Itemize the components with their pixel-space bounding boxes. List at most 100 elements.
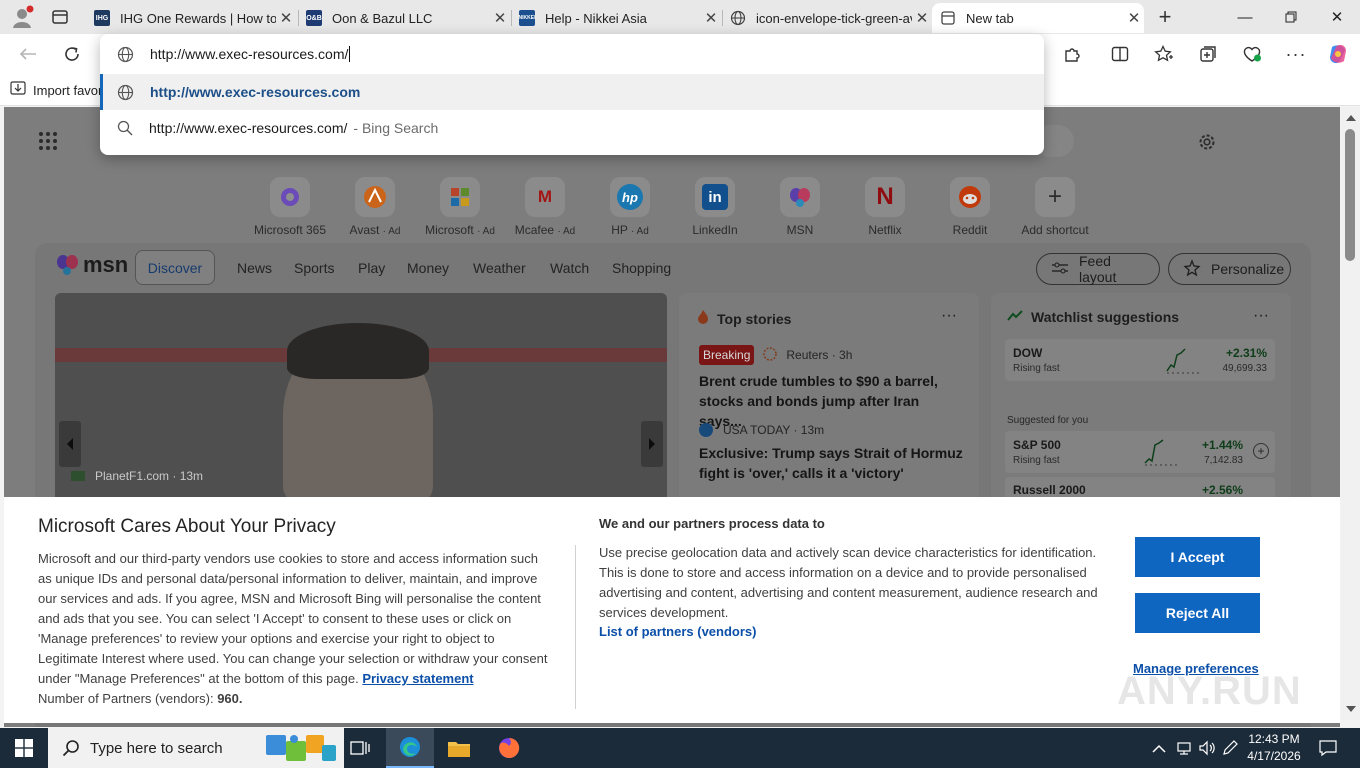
page-scrollbar[interactable] — [1341, 107, 1360, 720]
nav-money[interactable]: Money — [407, 260, 449, 276]
personalize-button[interactable]: Personalize — [1168, 253, 1291, 285]
feed-layout-button[interactable]: Feed layout — [1036, 253, 1160, 285]
ticker-change: +1.44% — [1201, 438, 1243, 452]
close-icon[interactable]: ✕ — [701, 9, 721, 27]
close-icon[interactable]: ✕ — [912, 9, 932, 27]
shortcut-avast[interactable]: Avast · Ad — [332, 177, 418, 237]
nav-weather[interactable]: Weather — [473, 260, 526, 276]
refresh-icon[interactable] — [57, 40, 87, 68]
hero-article-card[interactable]: PlanetF1.com · 13m — [55, 293, 667, 503]
minimize-button[interactable]: — — [1222, 0, 1268, 34]
msn-brand: msn — [83, 252, 129, 277]
watchlist-header: Watchlist suggestions — [1007, 309, 1179, 325]
top-stories-header: Top stories — [697, 309, 791, 328]
close-icon[interactable]: ✕ — [490, 9, 510, 27]
sliders-icon — [1051, 261, 1069, 278]
close-icon[interactable]: ✕ — [276, 9, 296, 27]
windows-logo-icon — [15, 739, 33, 757]
shortcut-hp[interactable]: hp HP · Ad — [587, 177, 673, 237]
story-headline[interactable]: Brent crude tumbles to $90 a barrel, sto… — [699, 371, 964, 431]
sparkline-chart — [1166, 348, 1199, 374]
add-shortcut-button[interactable]: + Add shortcut — [1012, 177, 1098, 237]
reject-all-button[interactable]: Reject All — [1135, 593, 1260, 633]
privacy-statement-link[interactable]: Privacy statement — [362, 671, 473, 686]
scrollbar-thumb[interactable] — [1345, 129, 1355, 261]
privacy-consent-banner: Microsoft Cares About Your Privacy Micro… — [4, 497, 1340, 723]
accept-button[interactable]: I Accept — [1135, 537, 1260, 577]
carousel-prev-button[interactable] — [59, 421, 81, 467]
favorites-star-icon[interactable] — [1149, 40, 1179, 68]
shortcut-netflix[interactable]: N Netflix — [842, 177, 928, 237]
flame-icon — [697, 309, 709, 328]
tab-new-tab[interactable]: New tab ✕ — [932, 3, 1144, 33]
tab-oon-bazul[interactable]: O&B Oon & Bazul LLC ✕ — [298, 3, 510, 33]
profile-avatar[interactable] — [8, 4, 36, 30]
watchlist-row-sp500[interactable]: S&P 500 Rising fast +1.44% 7,142.83 + — [1005, 431, 1275, 473]
address-bar[interactable]: http://www.exec-resources.com/ — [100, 34, 1044, 74]
watermark-text: ANY.RUN — [1117, 668, 1302, 713]
shortcut-label: LinkedIn — [692, 223, 738, 237]
nav-play[interactable]: Play — [358, 260, 385, 276]
msn-logo[interactable]: msn — [55, 251, 128, 279]
story-headline[interactable]: Exclusive: Trump says Strait of Hormuz f… — [699, 443, 964, 483]
consent-right-body: Use precise geolocation data and activel… — [599, 545, 1098, 620]
notifications-icon[interactable] — [1318, 739, 1338, 757]
nav-news[interactable]: News — [237, 260, 272, 276]
ticker-change: +2.31% — [1225, 346, 1267, 360]
carousel-next-button[interactable] — [641, 421, 663, 467]
shortcut-microsoft[interactable]: Microsoft · Ad — [417, 177, 503, 237]
tab-ihg[interactable]: IHG IHG One Rewards | How to k ✕ — [86, 3, 296, 33]
tab-title: Oon & Bazul LLC — [332, 10, 433, 26]
more-options-icon[interactable]: ··· — [1281, 40, 1311, 68]
shortcut-msn[interactable]: MSN — [757, 177, 843, 237]
nav-watch[interactable]: Watch — [550, 260, 589, 276]
nav-shopping[interactable]: Shopping — [612, 260, 671, 276]
firefox-button[interactable] — [485, 728, 533, 768]
new-tab-plus-icon[interactable]: + — [1152, 5, 1178, 29]
extensions-icon[interactable] — [1057, 40, 1087, 68]
close-icon[interactable]: ✕ — [1124, 9, 1144, 27]
close-window-button[interactable]: ✕ — [1314, 0, 1360, 34]
suggestion-row[interactable]: http://www.exec-resources.com/ - Bing Se… — [100, 110, 1044, 146]
tab-actions-icon[interactable] — [50, 8, 70, 26]
shortcut-microsoft-365[interactable]: Microsoft 365 — [247, 177, 333, 237]
collections-icon[interactable] — [1193, 40, 1223, 68]
add-to-watchlist-plus-icon[interactable]: + — [1253, 443, 1269, 459]
import-favorites-button[interactable]: Import favor — [10, 81, 102, 99]
shortcut-linkedin[interactable]: in LinkedIn — [672, 177, 758, 237]
tab-nikkei[interactable]: NIKKEI Help - Nikkei Asia ✕ — [511, 3, 721, 33]
show-hidden-icons-chevron-up-icon[interactable] — [1152, 741, 1166, 755]
taskbar-search-box[interactable]: Type here to search — [48, 728, 344, 768]
shortcut-mcafee[interactable]: M Mcafee · Ad — [502, 177, 588, 237]
partners-list-link[interactable]: List of partners (vendors) — [599, 624, 756, 639]
nav-label: Discover — [147, 259, 203, 276]
nav-discover[interactable]: Discover — [135, 250, 215, 285]
watchlist-row-dow[interactable]: DOW Rising fast +2.31% 49,699.33 — [1005, 339, 1275, 381]
search-icon — [117, 120, 133, 136]
address-input[interactable]: http://www.exec-resources.com/ — [150, 46, 348, 62]
tab-icon-envelope[interactable]: icon-envelope-tick-green-av ✕ — [722, 3, 932, 33]
more-options-icon[interactable]: ··· — [1253, 307, 1269, 325]
keyboard-input-icon[interactable] — [1222, 740, 1238, 756]
task-view-button[interactable] — [336, 728, 384, 768]
file-explorer-button[interactable] — [435, 728, 483, 768]
app-launcher-icon[interactable] — [38, 131, 58, 151]
chevron-right-icon — [649, 438, 655, 450]
page-settings-gear-icon[interactable] — [1196, 131, 1218, 153]
clock[interactable]: 12:43 PM 4/17/2026 — [1244, 731, 1304, 765]
more-options-icon[interactable]: ··· — [941, 307, 957, 325]
browser-essentials-icon[interactable] — [1237, 40, 1267, 68]
edge-taskbar-button[interactable] — [386, 728, 434, 768]
nav-sports[interactable]: Sports — [294, 260, 334, 276]
scroll-up-arrow-icon[interactable] — [1346, 115, 1356, 121]
back-arrow-icon[interactable] — [13, 40, 43, 68]
scroll-down-arrow-icon[interactable] — [1346, 706, 1356, 712]
copilot-icon[interactable] — [1323, 40, 1353, 68]
suggestion-row[interactable]: http://www.exec-resources.com — [100, 74, 1044, 110]
shortcut-reddit[interactable]: Reddit — [927, 177, 1013, 237]
start-button[interactable] — [0, 728, 48, 768]
split-screen-icon[interactable] — [1105, 40, 1135, 68]
volume-icon[interactable] — [1198, 740, 1216, 756]
restore-button[interactable] — [1268, 0, 1314, 34]
network-icon[interactable] — [1176, 740, 1192, 756]
